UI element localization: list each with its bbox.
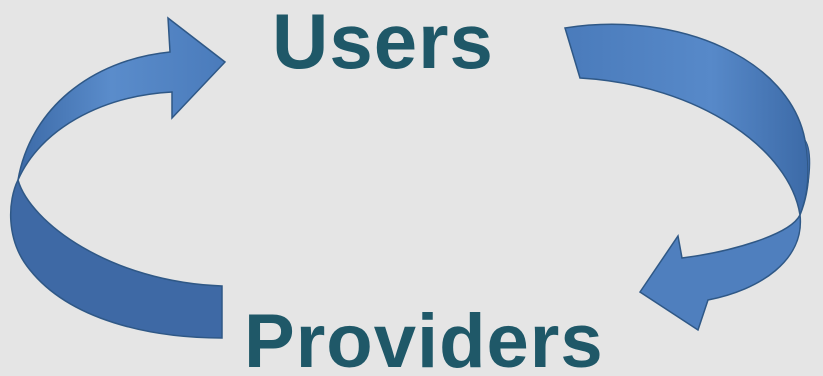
arrow-users-to-providers — [564, 23, 811, 332]
providers-label: Providers — [244, 299, 604, 376]
arrow-left-ribbon-shadow — [9, 177, 223, 339]
cycle-diagram: Users Providers — [0, 0, 823, 376]
users-label: Users — [272, 0, 494, 85]
arrow-right-head — [638, 212, 802, 332]
arrow-right-ribbon — [564, 23, 810, 218]
arrow-providers-to-users — [9, 16, 227, 339]
arrow-left-ribbon — [17, 16, 227, 181]
